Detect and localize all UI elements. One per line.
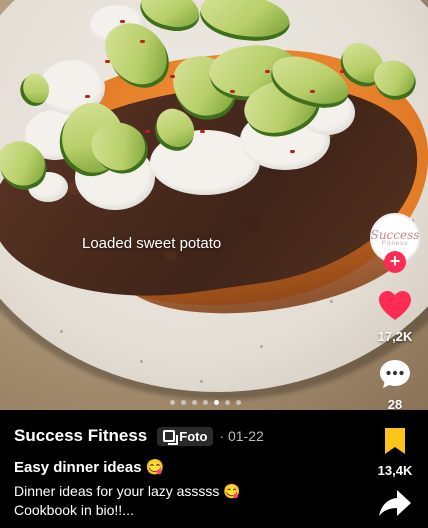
post-type-label: Foto [179,428,208,444]
carousel-dot[interactable] [170,400,175,405]
carousel-indicator [170,400,241,405]
share-button[interactable] [372,488,418,523]
avatar-logo-subtext: Fitness [381,241,409,247]
follow-button[interactable]: + [384,251,406,273]
author-line: Success Fitness Foto · 01-22 [14,426,264,446]
carousel-dot[interactable] [225,400,230,405]
photo-caption: Loaded sweet potato [82,235,222,252]
plate-speck [140,360,143,363]
carousel-dot[interactable] [181,400,186,405]
plate-speck [260,345,263,348]
author-name[interactable]: Success Fitness [14,426,147,446]
carousel-dot[interactable] [192,400,197,405]
post-date: · 01-22 [219,428,264,444]
plate-speck [60,330,63,333]
like-count: 17,2K [377,329,413,344]
chili-flake [265,70,270,73]
like-button[interactable]: 17,2K [372,290,418,344]
chili-flake [230,90,235,93]
plate-speck [330,300,333,303]
avatar-logo-text: Success [370,228,420,242]
post-type-tag: Foto [157,426,214,446]
comment-button[interactable]: 28 [372,358,418,412]
chili-flake [290,150,295,153]
description-line: Cookbook in bio!!... [14,502,134,518]
plate-speck [200,380,203,383]
heart-icon [379,291,411,320]
chili-flake [340,70,345,73]
carousel-dot[interactable] [203,400,208,405]
save-count: 13,4K [377,463,413,478]
chili-flake [200,130,205,133]
chili-flake [105,60,110,63]
carousel-dot-active[interactable] [214,400,219,405]
save-button[interactable]: 13,4K [372,426,418,478]
post-photo[interactable] [0,0,428,410]
chili-flake [170,75,175,78]
photo-icon [163,430,179,445]
chili-flake [85,95,90,98]
share-icon [379,490,411,516]
chili-flake [140,40,145,43]
bookmark-icon [385,428,405,454]
comment-icon [380,360,410,388]
chili-flake [120,20,125,23]
post-title: Easy dinner ideas 😋 [14,459,165,476]
post-description[interactable]: Dinner ideas for your lazy asssss 😋 Cook… [14,482,344,520]
chili-flake [145,130,150,133]
chili-flake [310,90,315,93]
description-line: Dinner ideas for your lazy asssss 😋 [14,483,241,499]
carousel-dot[interactable] [236,400,241,405]
